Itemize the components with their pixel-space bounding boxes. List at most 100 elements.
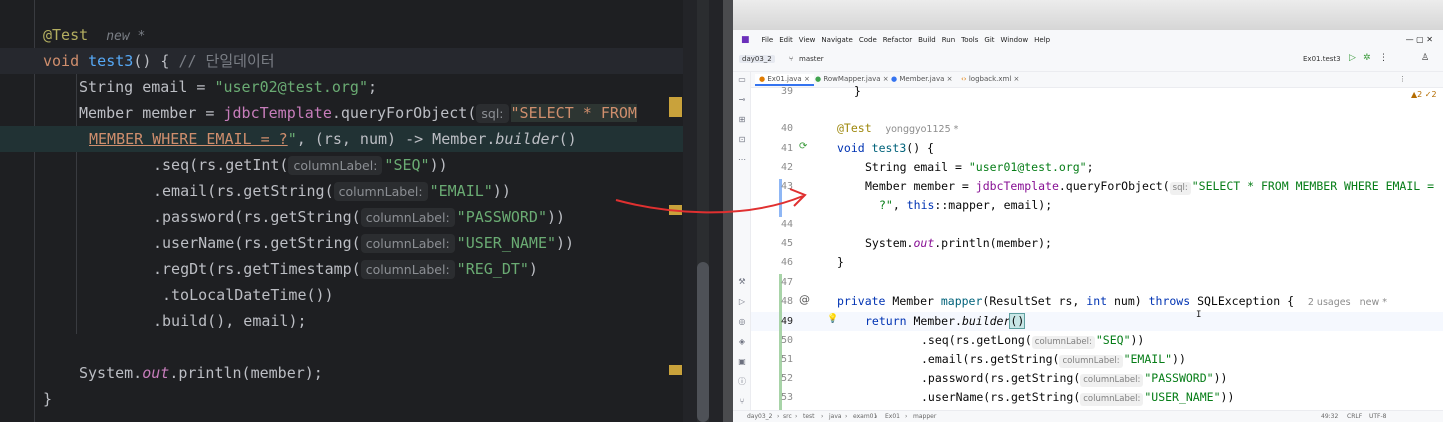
code-line[interactable]: System.out.println(member);	[79, 360, 323, 386]
code-line[interactable]: .email(rs.getString(columnLabel: "EMAIL")…	[921, 350, 1186, 369]
terminal-icon[interactable]: ▣	[738, 358, 746, 366]
breadcrumb-item[interactable]: test	[803, 413, 815, 420]
line-separator[interactable]: CRLF	[1347, 413, 1362, 420]
interface-icon: ●	[815, 75, 822, 83]
warning-marker[interactable]	[669, 107, 682, 117]
menu-item-run[interactable]: Run	[942, 36, 955, 44]
more-tools-icon[interactable]: ⋯	[738, 156, 746, 164]
warning-marker[interactable]	[669, 205, 682, 215]
implements-gutter-icon[interactable]: @	[799, 293, 810, 306]
code-line[interactable]: System.out.println(member);	[865, 234, 1052, 253]
lightbulb-icon[interactable]: 💡	[827, 314, 838, 324]
left-editor-scrollbar[interactable]	[683, 0, 723, 422]
code-line[interactable]: ?", this::mapper, email);	[879, 196, 1052, 215]
menu-item-refactor[interactable]: Refactor	[883, 36, 912, 44]
scroll-thumb[interactable]	[697, 262, 709, 422]
project-selector[interactable]: day03_2	[739, 55, 775, 63]
code-line[interactable]: @Test yonggyo1125 *	[837, 119, 958, 138]
warning-marker[interactable]	[669, 97, 682, 107]
menu-item-navigate[interactable]: Navigate	[821, 36, 852, 44]
commit-icon[interactable]: ⊸	[738, 96, 746, 104]
window-controls[interactable]: — ▢ ✕	[1406, 35, 1433, 44]
code-line[interactable]: .seq(rs.getLong(columnLabel: "SEQ"))	[921, 331, 1144, 350]
menu-item-tools[interactable]: Tools	[961, 36, 978, 44]
code-line[interactable]: void test3() { // 단일데이터	[43, 48, 275, 74]
code-line[interactable]: return Member.builder()	[865, 312, 1026, 331]
code-line[interactable]: .userName(rs.getString(columnLabel: "USER…	[921, 388, 1234, 407]
breadcrumb-item[interactable]: src	[783, 413, 792, 420]
code-line[interactable]: .seq(rs.getInt(columnLabel: "SEQ"))	[153, 152, 448, 178]
caret-position[interactable]: 49:32	[1321, 413, 1338, 420]
line-number: 49	[780, 316, 793, 327]
code-editor[interactable]: ▲2 ✓2 39 40 41 42 43 44 45 46 47 48 49 5…	[751, 84, 1443, 410]
line-number: 45	[780, 238, 793, 249]
git-icon[interactable]: ⑂	[738, 398, 746, 406]
menu-item-window[interactable]: Window	[1001, 36, 1029, 44]
breadcrumb-item[interactable]: exam01	[853, 413, 877, 420]
menu-item-edit[interactable]: Edit	[779, 36, 793, 44]
param-hint: columnLabel:	[360, 208, 455, 227]
code-line[interactable]: .build(), email);	[153, 308, 307, 334]
code-line[interactable]: void test3() {	[837, 139, 934, 158]
code-line[interactable]: String email = "user02@test.org";	[79, 74, 377, 100]
layers-icon[interactable]: ◈	[738, 338, 746, 346]
code-line[interactable]: MEMBER WHERE EMAIL = ?", (rs, num) -> Me…	[89, 126, 577, 152]
code-line[interactable]: String email = "user01@test.org";	[865, 158, 1094, 177]
tab-rowmapper[interactable]: ● RowMapper.java ×	[811, 74, 893, 84]
run-config-selector[interactable]: Ex01.test3	[1303, 55, 1341, 63]
build-icon[interactable]: ⚒	[738, 278, 746, 286]
code-line[interactable]: .regDt(rs.getTimestamp(columnLabel: "REG_…	[153, 256, 538, 282]
code-line[interactable]: }	[43, 386, 52, 412]
menu-item-build[interactable]: Build	[918, 36, 936, 44]
code-line[interactable]: .toLocalDateTime())	[162, 282, 334, 308]
code-line[interactable]: .email(rs.getString(columnLabel: "EMAIL")…	[153, 178, 511, 204]
branch-selector[interactable]: master	[799, 55, 824, 63]
code-line[interactable]: .userName(rs.getString(columnLabel: "USER…	[153, 230, 574, 256]
code-line[interactable]: .password(rs.getString(columnLabel: "PASS…	[921, 369, 1227, 388]
inspection-widget[interactable]: ▲2 ✓2	[1411, 90, 1437, 99]
menu-item-view[interactable]: View	[799, 36, 816, 44]
code-line[interactable]: }	[854, 82, 861, 101]
run-tool-icon[interactable]: ▷	[738, 298, 746, 306]
tool-window-strip: ▭ ⊸ ⊞ ⊡ ⋯ ⚒ ▷ ◎ ◈ ▣ ⓘ ⑂	[733, 72, 751, 410]
menu-item-code[interactable]: Code	[859, 36, 877, 44]
code-line[interactable]: private Member mapper(ResultSet rs, int …	[837, 292, 1387, 311]
problems-icon[interactable]: ⓘ	[738, 378, 746, 386]
code-line[interactable]: }	[837, 253, 844, 272]
breadcrumb-item[interactable]: java	[829, 413, 842, 420]
menu-item-help[interactable]: Help	[1034, 36, 1050, 44]
menu-bar: ■ File Edit View Navigate Code Refactor …	[733, 30, 1443, 50]
menu-item-git[interactable]: Git	[984, 36, 994, 44]
more-icon[interactable]: ⋮	[1379, 53, 1388, 63]
param-hint: columnLabel:	[333, 182, 428, 201]
branch-icon: ⑂	[789, 55, 794, 63]
bookmarks-icon[interactable]: ⊡	[738, 136, 746, 144]
line-number: 47	[780, 277, 793, 288]
breadcrumb-separator: ›	[777, 413, 780, 420]
menu-item-file[interactable]: File	[762, 36, 774, 44]
left-code-editor[interactable]: @Test new * void test3() { // 단일데이터 Stri…	[0, 0, 683, 422]
code-line[interactable]: .password(rs.getString(columnLabel: "PASS…	[153, 204, 565, 230]
code-line[interactable]: Member member = jdbcTemplate.queryForObj…	[79, 100, 637, 126]
project-icon[interactable]: ▭	[738, 76, 746, 84]
account-icon[interactable]: ♙	[1421, 53, 1429, 63]
breadcrumb-item[interactable]: Ex01	[885, 413, 900, 420]
structure-icon[interactable]: ⊞	[738, 116, 746, 124]
code-line[interactable]: @Test new *	[43, 22, 145, 48]
breadcrumb-item[interactable]: day03_2	[747, 413, 773, 420]
file-encoding[interactable]: UTF-8	[1369, 413, 1387, 420]
xml-icon: ‹›	[961, 75, 967, 83]
services-icon[interactable]: ◎	[738, 318, 746, 326]
tab-member[interactable]: ● Member.java ×	[887, 74, 956, 84]
warning-marker[interactable]	[669, 365, 682, 375]
tab-logback[interactable]: ‹› logback.xml ×	[957, 74, 1023, 84]
breadcrumb-item[interactable]: mapper	[913, 413, 936, 420]
line-number: 39	[780, 86, 793, 97]
run-icon[interactable]: ▷	[1349, 53, 1356, 63]
tabs-menu-icon[interactable]: ⋮	[1395, 74, 1410, 84]
run-test-gutter-icon[interactable]: ⟳	[799, 141, 807, 152]
ide-logo-icon: ■	[741, 35, 750, 45]
debug-icon[interactable]: ✲	[1363, 53, 1371, 63]
code-line[interactable]: Member member = jdbcTemplate.queryForObj…	[865, 177, 1434, 196]
line-number: 42	[780, 162, 793, 173]
